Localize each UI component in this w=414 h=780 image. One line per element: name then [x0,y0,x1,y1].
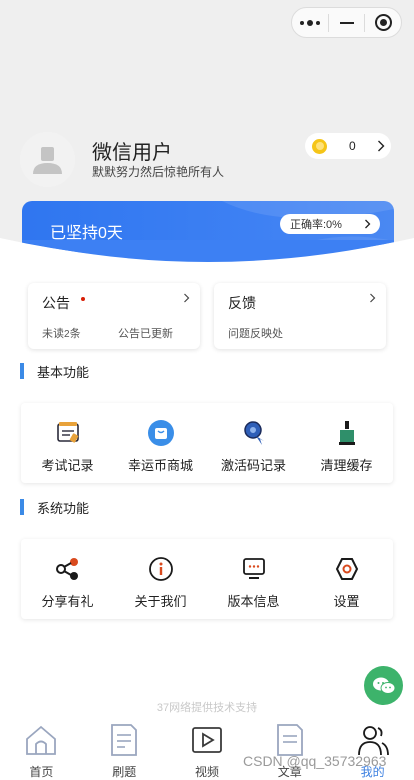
feedback-subtitle: 问题反映处 [228,328,283,340]
minimize-button[interactable] [329,8,365,37]
activation-code-label: 激活码记录 [220,458,286,473]
tab-practice-label: 刷题 [112,765,137,779]
section-title: 系统功能 [37,500,90,516]
exam-record-icon [54,419,82,447]
chevron-right-icon [184,293,190,303]
section-accent-bar [20,499,24,515]
settings-label: 设置 [333,594,360,609]
exam-record-label: 考试记录 [41,458,94,473]
avatar[interactable] [20,132,75,187]
share-label: 分享有礼 [41,594,94,609]
about-button[interactable]: 关于我们 [114,539,207,619]
version-label: 版本信息 [227,594,280,609]
section-header-basic: 基本功能 [20,363,90,380]
accuracy-rate: 正确率:0% [290,219,342,231]
unread-dot [81,297,85,301]
support-text: 37网络提供技术支持 [156,702,258,714]
default-avatar-icon [20,132,75,187]
feedback-title: 反馈 [228,295,256,311]
tab-video-label: 视频 [194,765,219,779]
home-icon [22,721,60,759]
clear-cache-button[interactable]: 清理缓存 [300,403,393,483]
share-button[interactable]: 分享有礼 [21,539,114,619]
chevron-right-icon [378,140,385,152]
coin-mall-icon [147,419,175,447]
user-motto: 默默努力然后惊艳所有人 [92,165,225,179]
chevron-right-icon [370,293,376,303]
coin-mall-button[interactable]: 幸运币商城 [114,403,207,483]
video-icon [188,721,226,759]
coin-icon [312,138,327,154]
about-icon [147,555,175,583]
tab-video[interactable]: 视频 [166,716,249,780]
mini-program-capsule [291,7,402,38]
wechat-icon [372,677,395,694]
tab-profile[interactable]: 我的 [331,716,414,780]
minimize-icon [339,21,354,24]
close-button[interactable] [365,8,401,37]
version-button[interactable]: 版本信息 [207,539,300,619]
activation-code-icon [240,419,268,447]
notice-status: 公告已更新 [118,328,173,340]
activation-code-button[interactable]: 激活码记录 [207,403,300,483]
basic-functions-grid: 考试记录 幸运币商城 激活码记录 清理缓存 [21,403,393,483]
exam-record-button[interactable]: 考试记录 [21,403,114,483]
notice-card[interactable]: 公告 未读2条 公告已更新 [28,283,200,349]
clear-cache-icon [333,419,361,447]
tab-article[interactable]: 文章 [248,716,331,780]
clear-cache-label: 清理缓存 [320,458,373,473]
chevron-right-icon [365,219,371,229]
target-close-icon [374,14,392,31]
share-icon [54,555,82,583]
accuracy-button[interactable]: 正确率:0% [280,214,380,234]
watermark: CSDN @qq_35732963 [243,753,387,769]
tab-practice[interactable]: 刷题 [83,716,166,780]
coin-count: 0 [349,139,356,153]
section-accent-bar [20,363,24,379]
section-header-system: 系统功能 [20,499,90,516]
banner-bottom-curve [22,240,394,262]
coin-balance-button[interactable]: 0 [305,133,391,159]
settings-icon [333,555,361,583]
feedback-card[interactable]: 反馈 问题反映处 [214,283,386,349]
user-name: 微信用户 [92,142,172,164]
more-dots-icon [299,19,320,26]
bottom-tab-bar: 首页 刷题 视频 文章 我的 [0,716,414,780]
notice-title: 公告 [42,295,70,311]
more-button[interactable] [292,8,328,37]
coin-mall-label: 幸运币商城 [127,458,193,473]
about-label: 关于我们 [134,594,187,609]
tab-home-label: 首页 [29,765,54,779]
practice-icon [105,721,143,759]
settings-button[interactable]: 设置 [300,539,393,619]
section-title: 基本功能 [37,364,90,380]
tab-home[interactable]: 首页 [0,716,83,780]
unread-count-text: 未读2条 [42,328,81,340]
version-icon [240,555,268,583]
system-functions-grid: 分享有礼 关于我们 版本信息 设置 [21,539,393,619]
